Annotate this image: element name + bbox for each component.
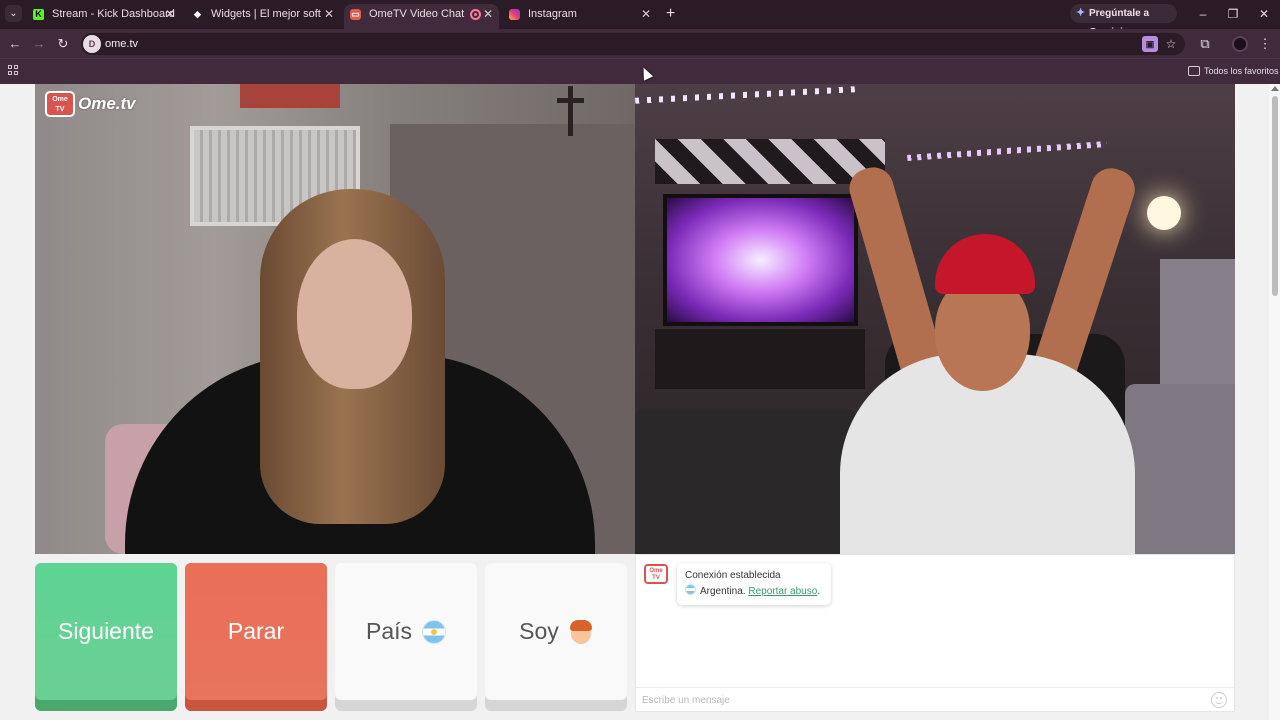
ometv-icon: ▭ [350,9,361,20]
wall-cross-bar [557,98,584,103]
tab-ometv[interactable]: ▭ OmeTV Video Chat — Ome ✕ [344,4,499,29]
widgets-icon: ◆ [194,9,201,19]
connection-status: Conexión establecida [685,570,781,581]
bed [1125,384,1235,554]
chat-panel: Ome TV Conexión establecida Argentina. R… [635,554,1235,712]
emoji-smile-icon[interactable] [1211,692,1227,708]
tv-stand [655,329,865,389]
extensions-puzzle-icon[interactable]: ⧉ [1196,35,1214,53]
tab-kick-dashboard[interactable]: K Stream - Kick Dashboard ✕ [27,4,181,29]
tab-instagram[interactable]: Instagram ✕ [503,4,657,29]
site-info-icon[interactable]: D [83,35,101,53]
menu-kebab-icon[interactable]: ⋮ [1256,35,1274,53]
apps-grid-icon[interactable] [8,65,20,77]
profile-avatar[interactable] [1232,36,1248,52]
button-face: Soy [485,563,627,700]
stop-button[interactable]: Parar [185,563,327,711]
instagram-icon [509,9,520,20]
wall-pattern [655,139,885,184]
ometv-chat-icon: Ome TV [644,564,668,584]
argentina-flag-icon [422,619,447,644]
ometv-page: Ome TV Ome.tv Siguiente Parar País Soy O… [0,84,1280,720]
browser-toolbar: ← → ↻ D ome.tv ▣ ☆ ⧉ ⋮ [0,29,1280,58]
url-text[interactable]: ome.tv [105,33,138,55]
country-label: País [365,618,413,644]
message-input[interactable] [642,691,1202,709]
ometv-logo[interactable]: Ome TV Ome.tv [45,90,136,118]
couch [635,409,855,554]
argentina-flag-icon [685,584,696,595]
button-face: Siguiente [35,563,177,700]
next-label: Siguiente [58,618,154,644]
close-tab-icon[interactable]: ✕ [640,4,652,25]
minimize-icon[interactable]: – [1194,5,1212,23]
back-arrow-icon[interactable]: ← [6,35,24,53]
scrollbar-thumb[interactable] [1272,96,1278,296]
close-tab-icon[interactable]: ✕ [164,4,176,25]
close-tab-icon[interactable]: ✕ [482,4,494,25]
close-tab-icon[interactable]: ✕ [323,4,335,25]
button-face: País [335,563,477,700]
reload-icon[interactable]: ↻ [54,35,72,53]
page-scrollbar[interactable] [1269,84,1280,720]
local-video: Ome TV Ome.tv [35,84,635,554]
button-face: Parar [185,563,327,700]
forward-arrow-icon[interactable]: → [30,35,48,53]
tab-title: OmeTV Video Chat — Ome [369,8,466,20]
tab-title: Instagram [528,8,577,20]
ask-gemini-button[interactable]: ✦ Pregúntale a Gemini [1070,4,1177,38]
message-bar [636,687,1234,712]
stop-label: Parar [227,618,285,644]
ometv-logo-text: Ome.tv [78,94,136,113]
country-name: Argentina. [700,586,746,597]
close-window-icon[interactable]: ✕ [1255,5,1273,23]
kick-icon: K [33,9,44,20]
folder-icon [1188,66,1200,76]
ometv-logo-badge: Ome TV [45,91,75,117]
wall-cross [568,86,573,136]
person-face [297,239,412,389]
all-bookmarks-link[interactable]: Todos los favoritos [1204,59,1279,83]
report-suffix: . [817,586,821,597]
gemini-sparkle-icon: ✦ [1076,7,1086,19]
led-strip [907,141,1107,161]
tab-strip: ⌄ K Stream - Kick Dashboard ✕ ◆ Widgets … [0,0,1280,38]
tab-search-chevron-icon[interactable]: ⌄ [5,5,22,22]
tab-title: Widgets | El mejor software para [211,8,321,20]
wall-decoration [240,84,340,108]
recording-icon [470,9,481,20]
scroll-up-arrow-icon[interactable] [1271,86,1279,91]
gender-button[interactable]: Soy [485,563,627,711]
next-button[interactable]: Siguiente [35,563,177,711]
lamp [1147,196,1181,230]
country-line: Argentina. Reportar abuso. [685,584,831,600]
restore-icon[interactable]: ❐ [1224,5,1242,23]
bookmark-star-icon[interactable]: ☆ [1163,36,1179,52]
person-cap [935,234,1035,294]
gender-label: Soy [519,618,559,644]
new-tab-plus-icon[interactable]: + [663,5,678,22]
cast-icon[interactable]: ▣ [1142,36,1158,52]
tab-title: Stream - Kick Dashboard [52,8,175,20]
system-message: Conexión establecida Argentina. Reportar… [677,563,831,605]
boy-emoji-icon [569,619,593,644]
country-button[interactable]: País [335,563,477,711]
remote-video [635,84,1235,554]
report-abuse-link[interactable]: Reportar abuso [748,586,817,597]
tv-screen [663,194,858,326]
address-bar[interactable]: D ome.tv ▣ ☆ [81,33,1185,55]
led-strip [635,86,856,104]
tab-widgets[interactable]: ◆ Widgets | El mejor software para ✕ [186,4,340,29]
